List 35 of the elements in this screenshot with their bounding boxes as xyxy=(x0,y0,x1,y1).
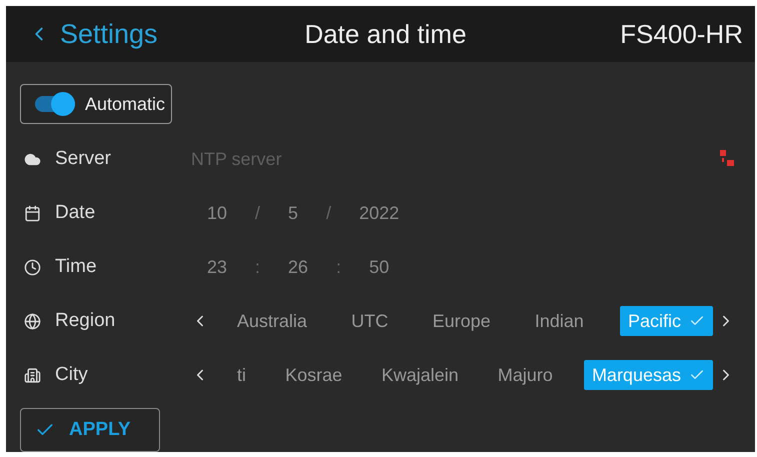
option[interactable]: Majuro xyxy=(490,360,561,390)
apply-button[interactable]: APPLY xyxy=(20,408,160,452)
value-field[interactable]: 26 xyxy=(288,256,308,278)
option[interactable]: Indian xyxy=(526,306,592,336)
separator: : xyxy=(336,256,342,278)
device-name: FS400-HR xyxy=(620,18,743,50)
option[interactable]: Pacific xyxy=(620,306,713,336)
row-label: Region xyxy=(55,310,116,332)
building-icon xyxy=(24,366,41,384)
calendar-icon xyxy=(24,204,41,222)
value-field[interactable]: 5 xyxy=(288,202,298,224)
separator: : xyxy=(255,256,260,278)
value-field[interactable]: 10 xyxy=(207,202,228,224)
toggle-switch[interactable] xyxy=(33,91,77,117)
back-button[interactable]: Settings xyxy=(28,18,158,50)
value-field[interactable]: 23 xyxy=(207,256,228,278)
option[interactable]: Kwajalein xyxy=(373,360,466,390)
option[interactable]: Australia xyxy=(229,306,316,336)
globe-icon xyxy=(24,312,41,330)
row-label: Server xyxy=(55,148,111,170)
option[interactable]: Marquesas xyxy=(584,360,713,390)
row-label: City xyxy=(55,364,88,386)
row-label: Date xyxy=(55,202,96,224)
option[interactable]: UTC xyxy=(343,306,396,336)
option[interactable]: Europe xyxy=(424,306,498,336)
option[interactable]: Kosrae xyxy=(277,360,350,390)
separator: / xyxy=(326,202,332,224)
value-field[interactable]: 2022 xyxy=(359,202,400,224)
separator: / xyxy=(255,202,260,224)
automatic-toggle[interactable]: Automatic xyxy=(20,84,172,124)
option[interactable]: ti xyxy=(229,360,254,390)
clock-icon xyxy=(24,258,41,276)
page-title: Date and time xyxy=(304,18,466,50)
value-field[interactable]: 50 xyxy=(369,256,390,278)
row-label: Time xyxy=(55,256,97,278)
